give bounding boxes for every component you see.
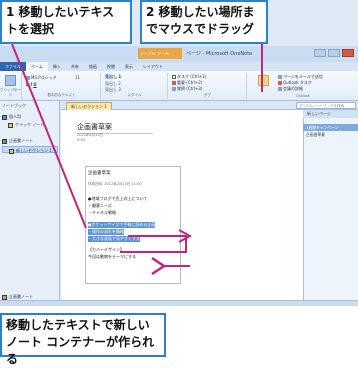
group-tags: タスク (Ctrl+1) 重要 (Ctrl+2) 質問 (Ctrl+3) タグ bbox=[169, 73, 247, 99]
close-button[interactable] bbox=[342, 49, 354, 57]
note-line[interactable]: 今回は動物をテーマにする bbox=[88, 254, 136, 260]
checkbox-icon bbox=[172, 75, 176, 79]
meeting-details-button[interactable]: 会議の詳細 bbox=[278, 86, 303, 92]
tag-question[interactable]: 質問 (Ctrl+3) bbox=[172, 86, 202, 92]
contextual-tab-label[interactable]: テーブル ツール bbox=[138, 48, 182, 59]
nav-item-planning[interactable]: 企画書ノート bbox=[2, 137, 58, 144]
section-tab-active[interactable]: 新しいセクション 1 bbox=[66, 102, 112, 110]
page-list-item[interactable]: 1週間キャンペーン bbox=[303, 124, 358, 131]
font-name-box[interactable]: MS Pゴシック bbox=[26, 75, 57, 81]
paste-icon[interactable] bbox=[5, 75, 16, 86]
tab-review[interactable]: 校閲 bbox=[102, 64, 120, 70]
notebook-icon bbox=[2, 138, 7, 144]
notebook-icon bbox=[2, 294, 7, 300]
notebook-navigation: ノートブック 個人用 クイック ノート 企画書ノート 新しいセクション 1 企画… bbox=[0, 101, 60, 306]
group-basic-text: MS Pゴシック 11 B I U 基本的なテキスト bbox=[23, 73, 101, 99]
onenote-window: テーブル ツール ページ - Microsoft OneNote ファイル ホー… bbox=[0, 0, 358, 306]
tab-layout[interactable]: レイアウト bbox=[138, 64, 168, 70]
group-outlook-label: Outlook bbox=[296, 94, 310, 98]
star-icon bbox=[172, 81, 176, 85]
section-tabs: 新しいセクション 1 すべてのノートブックを検索 bbox=[60, 101, 358, 110]
calendar-icon bbox=[278, 87, 282, 91]
group-text-label: 基本的なテキスト bbox=[47, 93, 76, 97]
window-title: ページ - Microsoft OneNote bbox=[186, 51, 253, 57]
ribbon-home: クリップボード MS Pゴシック 11 B I U 基本的なテキスト 見出し 1… bbox=[0, 71, 358, 101]
nav-item-personal[interactable]: 個人用 bbox=[2, 113, 58, 120]
style-heading1[interactable]: 見出し 1 bbox=[105, 74, 121, 80]
group-tags-label: タグ bbox=[204, 93, 211, 97]
selected-text-line[interactable]: ・操作の流れを簡略 bbox=[88, 229, 124, 235]
group-styles-label: スタイル bbox=[127, 93, 142, 97]
note-line[interactable]: 【カバーデザイン】 bbox=[88, 247, 124, 253]
note-heading[interactable]: 企画書草案 bbox=[88, 170, 111, 176]
tab-view[interactable]: 表示 bbox=[120, 64, 138, 70]
tab-share[interactable]: 共有 bbox=[66, 64, 84, 70]
note-line[interactable]: ・顧客ニーズ bbox=[88, 203, 112, 209]
flag-icon bbox=[278, 81, 282, 85]
note-line[interactable]: ●地域ブログで売上向上について bbox=[88, 196, 147, 202]
section-icon bbox=[8, 122, 13, 128]
nav-item-quick-notes[interactable]: クイック ノート bbox=[2, 121, 58, 128]
group-styles: 見出し 1 見出し 2 見出し 3 スタイル bbox=[102, 73, 168, 99]
selected-text-line[interactable]: ・大きな画面で見やすくする bbox=[88, 236, 140, 242]
mail-icon bbox=[278, 75, 282, 79]
window-controls bbox=[314, 49, 354, 57]
minimize-button[interactable] bbox=[314, 49, 326, 57]
bold-button[interactable]: B I U bbox=[26, 82, 37, 87]
group-clipboard-label: クリップボード bbox=[0, 88, 21, 97]
note-line[interactable]: ・チャネル戦略 bbox=[88, 210, 116, 216]
callout-step2: 2 移動したい場所までマウスでドラッグ bbox=[140, 0, 268, 44]
new-page-button[interactable]: 新しいページ bbox=[303, 110, 358, 118]
status-bar bbox=[0, 300, 358, 306]
tab-draw[interactable]: 描画 bbox=[84, 64, 102, 70]
notebook-icon bbox=[2, 114, 7, 120]
group-outlook: ページをメールで送信 Outlook タスク 会議の詳細 Outlook bbox=[248, 73, 358, 99]
maximize-button[interactable] bbox=[328, 49, 340, 57]
selected-text-line[interactable]: ●ポケットサイズで手軽に読める企画 bbox=[88, 222, 156, 228]
page-list-pane bbox=[303, 110, 358, 306]
find-tags-icon[interactable] bbox=[258, 75, 269, 86]
tab-home[interactable]: ホーム bbox=[26, 62, 48, 71]
nav-header: ノートブック bbox=[2, 103, 26, 108]
callout-step1: 1 移動したいテキストを選択 bbox=[0, 0, 132, 44]
callout-result: 移動したテキストで新しいノート コンテナーが作られる bbox=[0, 313, 166, 366]
font-icon bbox=[26, 76, 30, 80]
ribbon-tabs: ファイル ホーム 挿入 共有 描画 校閲 表示 レイアウト bbox=[0, 62, 358, 71]
search-input[interactable]: すべてのノートブックを検索 bbox=[296, 102, 356, 109]
group-clipboard: クリップボード bbox=[0, 73, 22, 99]
tab-insert[interactable]: 挿入 bbox=[48, 64, 66, 70]
nav-item-new-section[interactable]: 新しいセクション 1 bbox=[2, 146, 58, 154]
section-icon bbox=[9, 148, 14, 154]
note-created: 作成日時: 2012年2月13日 11:00 bbox=[88, 182, 142, 186]
page-time: 9:50 bbox=[77, 138, 85, 142]
question-icon bbox=[172, 87, 176, 91]
tab-file[interactable]: ファイル bbox=[0, 62, 26, 71]
font-size-box[interactable]: 11 bbox=[75, 75, 80, 80]
page-list-item[interactable]: 企画書草案 bbox=[303, 131, 358, 138]
